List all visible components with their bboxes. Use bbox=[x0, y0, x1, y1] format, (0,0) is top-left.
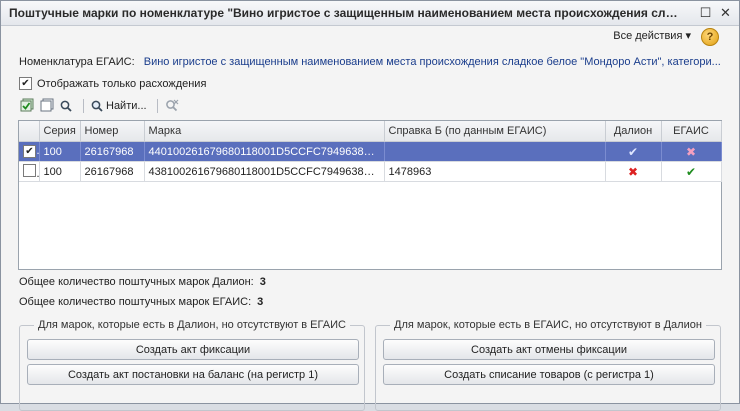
egais-nomenclature-row: Номенклатура ЕГАИС: Вино игристое с защи… bbox=[19, 56, 729, 68]
dalion-status-cell: ✖ bbox=[605, 161, 662, 182]
mark-cell[interactable]: 438100261679680118001D5CCFC794963898... bbox=[144, 161, 385, 182]
toolbar-separator bbox=[83, 99, 84, 113]
dalion-status-cell: ✔ bbox=[605, 141, 662, 162]
cross-icon: ✖ bbox=[627, 164, 639, 179]
find-icon bbox=[91, 100, 103, 112]
check-icon: ✔ bbox=[627, 144, 639, 159]
egais-label: Номенклатура ЕГАИС: bbox=[19, 56, 135, 68]
uncheck-all-icon[interactable] bbox=[39, 97, 55, 115]
mark-cell[interactable]: 440100261679680118001D5CCFC794963898... bbox=[144, 141, 385, 162]
dalion-only-group-title: Для марок, которые есть в Далион, но отс… bbox=[34, 319, 350, 331]
total-dalion-row: Общее количество поштучных марок Далион:… bbox=[19, 276, 266, 288]
row-checkbox[interactable] bbox=[23, 163, 36, 177]
egais-only-group: Для марок, которые есть в ЕГАИС, но отсу… bbox=[375, 319, 721, 411]
egais-nomenclature-link[interactable]: Вино игристое с защищенным наименованием… bbox=[144, 56, 721, 68]
column-header-series[interactable]: Серия bbox=[39, 121, 81, 142]
create-balance-act-button[interactable]: Создать акт постановки на баланс (на рег… bbox=[27, 364, 359, 385]
series-cell[interactable]: 100 bbox=[39, 161, 81, 182]
egais-only-group-title: Для марок, которые есть в ЕГАИС, но отсу… bbox=[390, 319, 706, 331]
table-row[interactable]: 100 26167968 438100261679680118001D5CCFC… bbox=[19, 161, 722, 182]
cross-icon: ✖ bbox=[685, 144, 697, 159]
row-checkbox-cell[interactable] bbox=[19, 161, 40, 182]
column-header-egais[interactable]: ЕГАИС bbox=[661, 121, 722, 142]
find-button[interactable]: Найти... bbox=[90, 97, 147, 115]
form-content: Все действия ▾ ? Номенклатура ЕГАИС: Вин… bbox=[1, 26, 739, 411]
column-header-check bbox=[19, 121, 40, 142]
marks-table: Серия Номер Марка Справка Б (по данным Е… bbox=[18, 120, 722, 270]
total-egais-label: Общее количество поштучных марок ЕГАИС: bbox=[19, 296, 252, 308]
column-header-number[interactable]: Номер bbox=[80, 121, 145, 142]
help-icon[interactable]: ? bbox=[701, 28, 719, 46]
total-dalion-value: 3 bbox=[259, 276, 266, 288]
close-icon[interactable]: ✕ bbox=[718, 5, 733, 20]
find-label: Найти... bbox=[106, 100, 147, 112]
row-checkbox[interactable]: ✔ bbox=[23, 145, 36, 159]
column-header-mark[interactable]: Марка bbox=[144, 121, 385, 142]
series-cell[interactable]: 100 bbox=[39, 141, 81, 162]
create-fixation-act-button[interactable]: Создать акт фиксации bbox=[27, 339, 359, 360]
window-title: Поштучные марки по номенклатуре "Вино иг… bbox=[9, 6, 679, 20]
column-header-dalion[interactable]: Далион bbox=[605, 121, 662, 142]
search-icon[interactable] bbox=[59, 97, 73, 115]
table-row[interactable]: ✔ 100 26167968 440100261679680118001D5CC… bbox=[19, 141, 722, 162]
total-dalion-label: Общее количество поштучных марок Далион: bbox=[19, 276, 254, 288]
maximize-icon[interactable]: ☐ bbox=[698, 5, 713, 20]
show-discrepancies-label[interactable]: Отображать только расхождения bbox=[37, 78, 206, 90]
dialog-window: Поштучные марки по номенклатуре "Вино иг… bbox=[0, 0, 740, 411]
show-discrepancies-row[interactable]: ✔ Отображать только расхождения bbox=[19, 77, 206, 90]
toolbar-separator bbox=[156, 99, 158, 113]
row-checkbox-cell[interactable]: ✔ bbox=[19, 141, 40, 162]
create-writeoff-button[interactable]: Создать списание товаров (с регистра 1) bbox=[383, 364, 715, 385]
egais-status-cell: ✖ bbox=[661, 141, 722, 162]
total-egais-value: 3 bbox=[257, 296, 264, 308]
all-actions-button[interactable]: Все действия ▾ bbox=[613, 29, 691, 42]
cancel-search-icon[interactable] bbox=[164, 97, 180, 115]
total-egais-row: Общее количество поштучных марок ЕГАИС: 3 bbox=[19, 296, 263, 308]
egais-status-cell: ✔ bbox=[661, 161, 722, 182]
number-cell[interactable]: 26167968 bbox=[80, 141, 145, 162]
table-toolbar: Найти... bbox=[19, 96, 184, 116]
number-cell[interactable]: 26167968 bbox=[80, 161, 145, 182]
title-bar: Поштучные марки по номенклатуре "Вино иг… bbox=[1, 1, 739, 26]
dalion-only-group: Для марок, которые есть в Далион, но отс… bbox=[19, 319, 365, 411]
column-header-ref-b[interactable]: Справка Б (по данным ЕГАИС) bbox=[384, 121, 606, 142]
ref-b-cell[interactable] bbox=[384, 141, 606, 162]
ref-b-cell[interactable]: 1478963 bbox=[384, 161, 606, 182]
create-cancel-fixation-act-button[interactable]: Создать акт отмены фиксации bbox=[383, 339, 715, 360]
check-all-icon[interactable] bbox=[19, 97, 35, 115]
show-discrepancies-checkbox[interactable]: ✔ bbox=[19, 77, 32, 90]
check-icon: ✔ bbox=[685, 164, 697, 179]
table-header-row: Серия Номер Марка Справка Б (по данным Е… bbox=[19, 121, 722, 142]
